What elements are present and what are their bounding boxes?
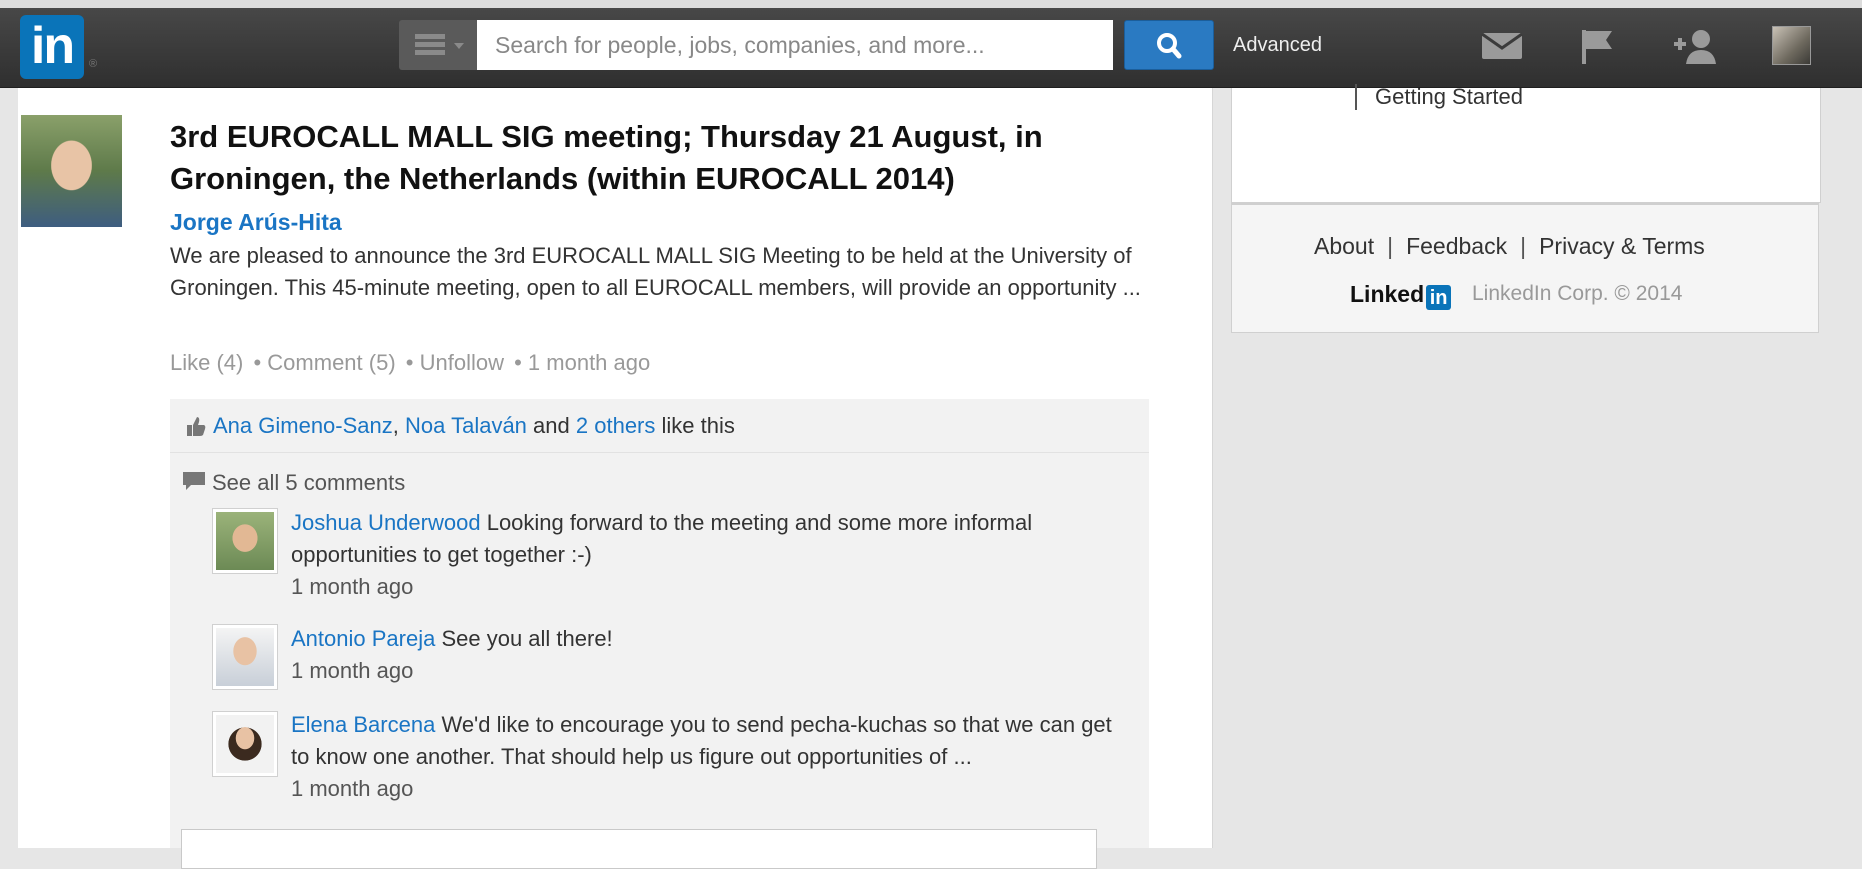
footer-card xyxy=(1231,203,1819,333)
comment-timestamp: 1 month ago xyxy=(291,776,414,801)
likers-others-link[interactable]: 2 others xyxy=(576,413,656,438)
likes-and: and xyxy=(533,413,570,438)
comment-link[interactable]: • Comment (5) xyxy=(253,350,395,375)
comment-text: See you all there! xyxy=(441,626,613,651)
footer-linkedin-logo: Linked in xyxy=(1350,281,1452,310)
chevron-down-icon xyxy=(454,43,464,49)
see-all-comments-link[interactable]: See all 5 comments xyxy=(212,470,405,496)
search-category-dropdown[interactable] xyxy=(399,20,477,70)
linkedin-logo[interactable]: in xyxy=(20,15,84,79)
likes-suffix: like this xyxy=(661,413,735,438)
footer-separator: | xyxy=(1520,233,1527,259)
liker-link-2[interactable]: Noa Talaván xyxy=(405,413,527,438)
getting-started-link[interactable]: Getting Started xyxy=(1355,84,1523,110)
post-timestamp: • 1 month ago xyxy=(514,350,651,375)
registered-mark: ® xyxy=(89,58,98,70)
likes-comma: , xyxy=(392,413,399,438)
like-link[interactable]: Like (4) xyxy=(170,350,243,375)
notifications-flag-icon[interactable] xyxy=(1578,28,1618,64)
comment-bubble-icon xyxy=(183,472,205,490)
likes-summary: Ana Gimeno-Sanz, Noa Talaván and 2 other… xyxy=(170,399,1149,453)
search-button[interactable] xyxy=(1124,20,1214,70)
add-connections-icon[interactable] xyxy=(1672,28,1718,64)
footer-links: About | Feedback | Privacy & Terms xyxy=(1314,233,1705,260)
author-photo[interactable] xyxy=(21,115,122,227)
comment-item: Antonio Pareja See you all there! 1 mont… xyxy=(291,623,1131,687)
advanced-search-link[interactable]: Advanced xyxy=(1233,34,1322,57)
menu-icon xyxy=(415,34,445,56)
footer-separator: | xyxy=(1387,233,1394,259)
footer-privacy-link[interactable]: Privacy & Terms xyxy=(1539,233,1705,259)
footer-feedback-link[interactable]: Feedback xyxy=(1406,233,1507,259)
profile-avatar[interactable] xyxy=(1772,26,1811,65)
comment-timestamp: 1 month ago xyxy=(291,658,414,683)
post-title[interactable]: 3rd EUROCALL MALL SIG meeting; Thursday … xyxy=(170,116,1130,200)
liker-link-1[interactable]: Ana Gimeno-Sanz xyxy=(213,413,393,438)
footer-copyright: LinkedIn Corp. © 2014 xyxy=(1472,282,1683,305)
sidebar-card xyxy=(1231,88,1821,203)
comment-item: Elena Barcena We'd like to encourage you… xyxy=(291,709,1131,805)
commenter-name-link[interactable]: Antonio Pareja xyxy=(291,626,435,651)
messages-icon[interactable] xyxy=(1480,28,1524,62)
commenter-name-link[interactable]: Elena Barcena xyxy=(291,712,435,737)
search-input[interactable] xyxy=(477,20,1113,70)
commenter-name-link[interactable]: Joshua Underwood xyxy=(291,510,481,535)
thumbs-up-icon xyxy=(187,417,206,436)
comment-timestamp: 1 month ago xyxy=(291,574,414,599)
post-actions: Like (4) • Comment (5) • Unfollow • 1 mo… xyxy=(170,350,654,376)
comment-item: Joshua Underwood Looking forward to the … xyxy=(291,507,1131,603)
footer-brand-in: in xyxy=(1426,285,1452,310)
commenter-avatar-1[interactable] xyxy=(212,508,278,574)
footer-brand-text: Linked xyxy=(1350,281,1425,307)
search-icon xyxy=(1157,33,1182,59)
unfollow-link[interactable]: • Unfollow xyxy=(406,350,504,375)
post-author-link[interactable]: Jorge Arús-Hita xyxy=(170,209,342,236)
add-comment-input[interactable] xyxy=(181,829,1097,869)
commenter-avatar-3[interactable] xyxy=(212,711,278,777)
post-body: We are pleased to announce the 3rd EUROC… xyxy=(170,243,1141,300)
commenter-avatar-2[interactable] xyxy=(212,624,278,690)
footer-about-link[interactable]: About xyxy=(1314,233,1374,259)
